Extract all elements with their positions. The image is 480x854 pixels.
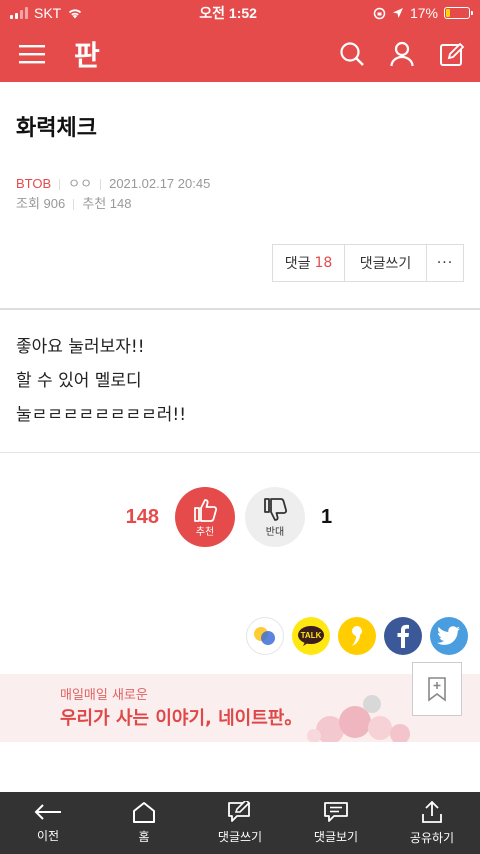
more-button[interactable]: ··· (427, 245, 463, 281)
downvote-count: 1 (321, 505, 333, 528)
comments-button[interactable]: 댓글 18 (273, 245, 345, 281)
battery-icon (444, 7, 473, 19)
back-arrow-icon (34, 804, 61, 820)
post-body: 좋아요 눌러보자!! 할 수 있어 멜로디 눌ㄹㄹㄹㄹㄹㄹㄹㄹ러!! (0, 310, 480, 453)
post-date: 2021.02.17 20:45 (109, 176, 211, 191)
signal-icon (10, 7, 28, 19)
facebook-icon[interactable] (384, 617, 422, 655)
write-comment-icon (228, 801, 251, 822)
vote-section: 148 추천 반대 1 (0, 453, 480, 547)
carrier: SKT (34, 5, 62, 21)
views-label: 조회 (16, 196, 40, 211)
location-icon (392, 8, 403, 18)
status-bar: SKT 오전 1:52 17% (0, 0, 480, 26)
rotation-lock-icon (373, 7, 386, 19)
home-icon (133, 802, 155, 823)
status-time: 오전 1:52 (199, 5, 257, 21)
write-icon[interactable] (438, 40, 466, 68)
post-meta: BTOB ㅇㅇ 2021.02.17 20:45 조회 906 추천 148 (0, 152, 480, 214)
battery-fill (446, 9, 450, 17)
nav-share[interactable]: 공유하기 (384, 792, 480, 854)
nav-home[interactable]: 홈 (96, 792, 192, 854)
banner-line1: 매일매일 새로운 (60, 688, 148, 703)
search-icon[interactable] (338, 40, 366, 68)
upvote-button[interactable]: 추천 (175, 487, 235, 547)
banner-line2: 우리가 사는 이야기, 네이트판。 (60, 708, 303, 729)
upvote-count: 148 (125, 505, 159, 528)
kakaostory-icon[interactable] (338, 617, 376, 655)
nav-back[interactable]: 이전 (0, 792, 96, 854)
downvote-label: 반대 (265, 526, 285, 538)
nav-write-comment[interactable]: 댓글쓰기 (192, 792, 288, 854)
thumbs-up-icon (194, 498, 218, 522)
comments-count: 18 (314, 255, 333, 271)
views-count: 906 (43, 196, 66, 211)
bookmark-button[interactable] (412, 662, 462, 716)
nav-view-comments[interactable]: 댓글보기 (288, 792, 384, 854)
menu-icon[interactable] (18, 40, 46, 68)
post-title: 화력체크 (16, 116, 97, 141)
user-icon[interactable] (388, 40, 416, 68)
thumbs-down-icon (264, 497, 288, 521)
pann-logo[interactable]: 판 (74, 34, 100, 74)
bottom-nav: 이전 홈 댓글쓰기 댓글보기 공유하기 (0, 792, 480, 854)
share-icon (422, 800, 442, 823)
recommend-label: 추천 (82, 196, 107, 211)
recommend-count: 148 (109, 196, 132, 211)
kakaotalk-label: TALK (301, 631, 322, 640)
bookmark-icon (428, 677, 446, 702)
post-author-extra: ㅇㅇ (68, 176, 93, 191)
twitter-icon[interactable] (430, 617, 468, 655)
page: SKT 오전 1:52 17% 판 화력체크 BTOB ㅇㅇ 2021.02.1… (0, 0, 480, 854)
downvote-button[interactable]: 반대 (245, 487, 305, 547)
bubbles-decoration (307, 695, 410, 742)
body-line: 좋아요 눌러보자!! (16, 337, 145, 357)
top-bar: SKT 오전 1:52 17% 판 (0, 0, 480, 82)
navbar: 판 (0, 26, 480, 82)
wifi-icon (69, 9, 82, 19)
share-buttons: TALK (0, 547, 480, 655)
post-actions: 댓글 18 댓글쓰기 ··· (0, 214, 480, 282)
nate-pann-banner[interactable]: 매일매일 새로운 우리가 사는 이야기, 네이트판。 (0, 662, 480, 742)
upvote-label: 추천 (195, 526, 215, 538)
body-line: 눌ㄹㄹㄹㄹㄹㄹㄹㄹ러!! (16, 405, 187, 425)
write-comment-button[interactable]: 댓글쓰기 (345, 245, 427, 281)
post-author[interactable]: BTOB (16, 174, 51, 194)
kakaotalk-icon[interactable]: TALK (292, 617, 330, 655)
body-line: 할 수 있어 멜로디 (16, 371, 142, 391)
band-icon[interactable] (246, 617, 284, 655)
view-comments-icon (324, 802, 348, 822)
battery-percent: 17% (409, 5, 438, 21)
